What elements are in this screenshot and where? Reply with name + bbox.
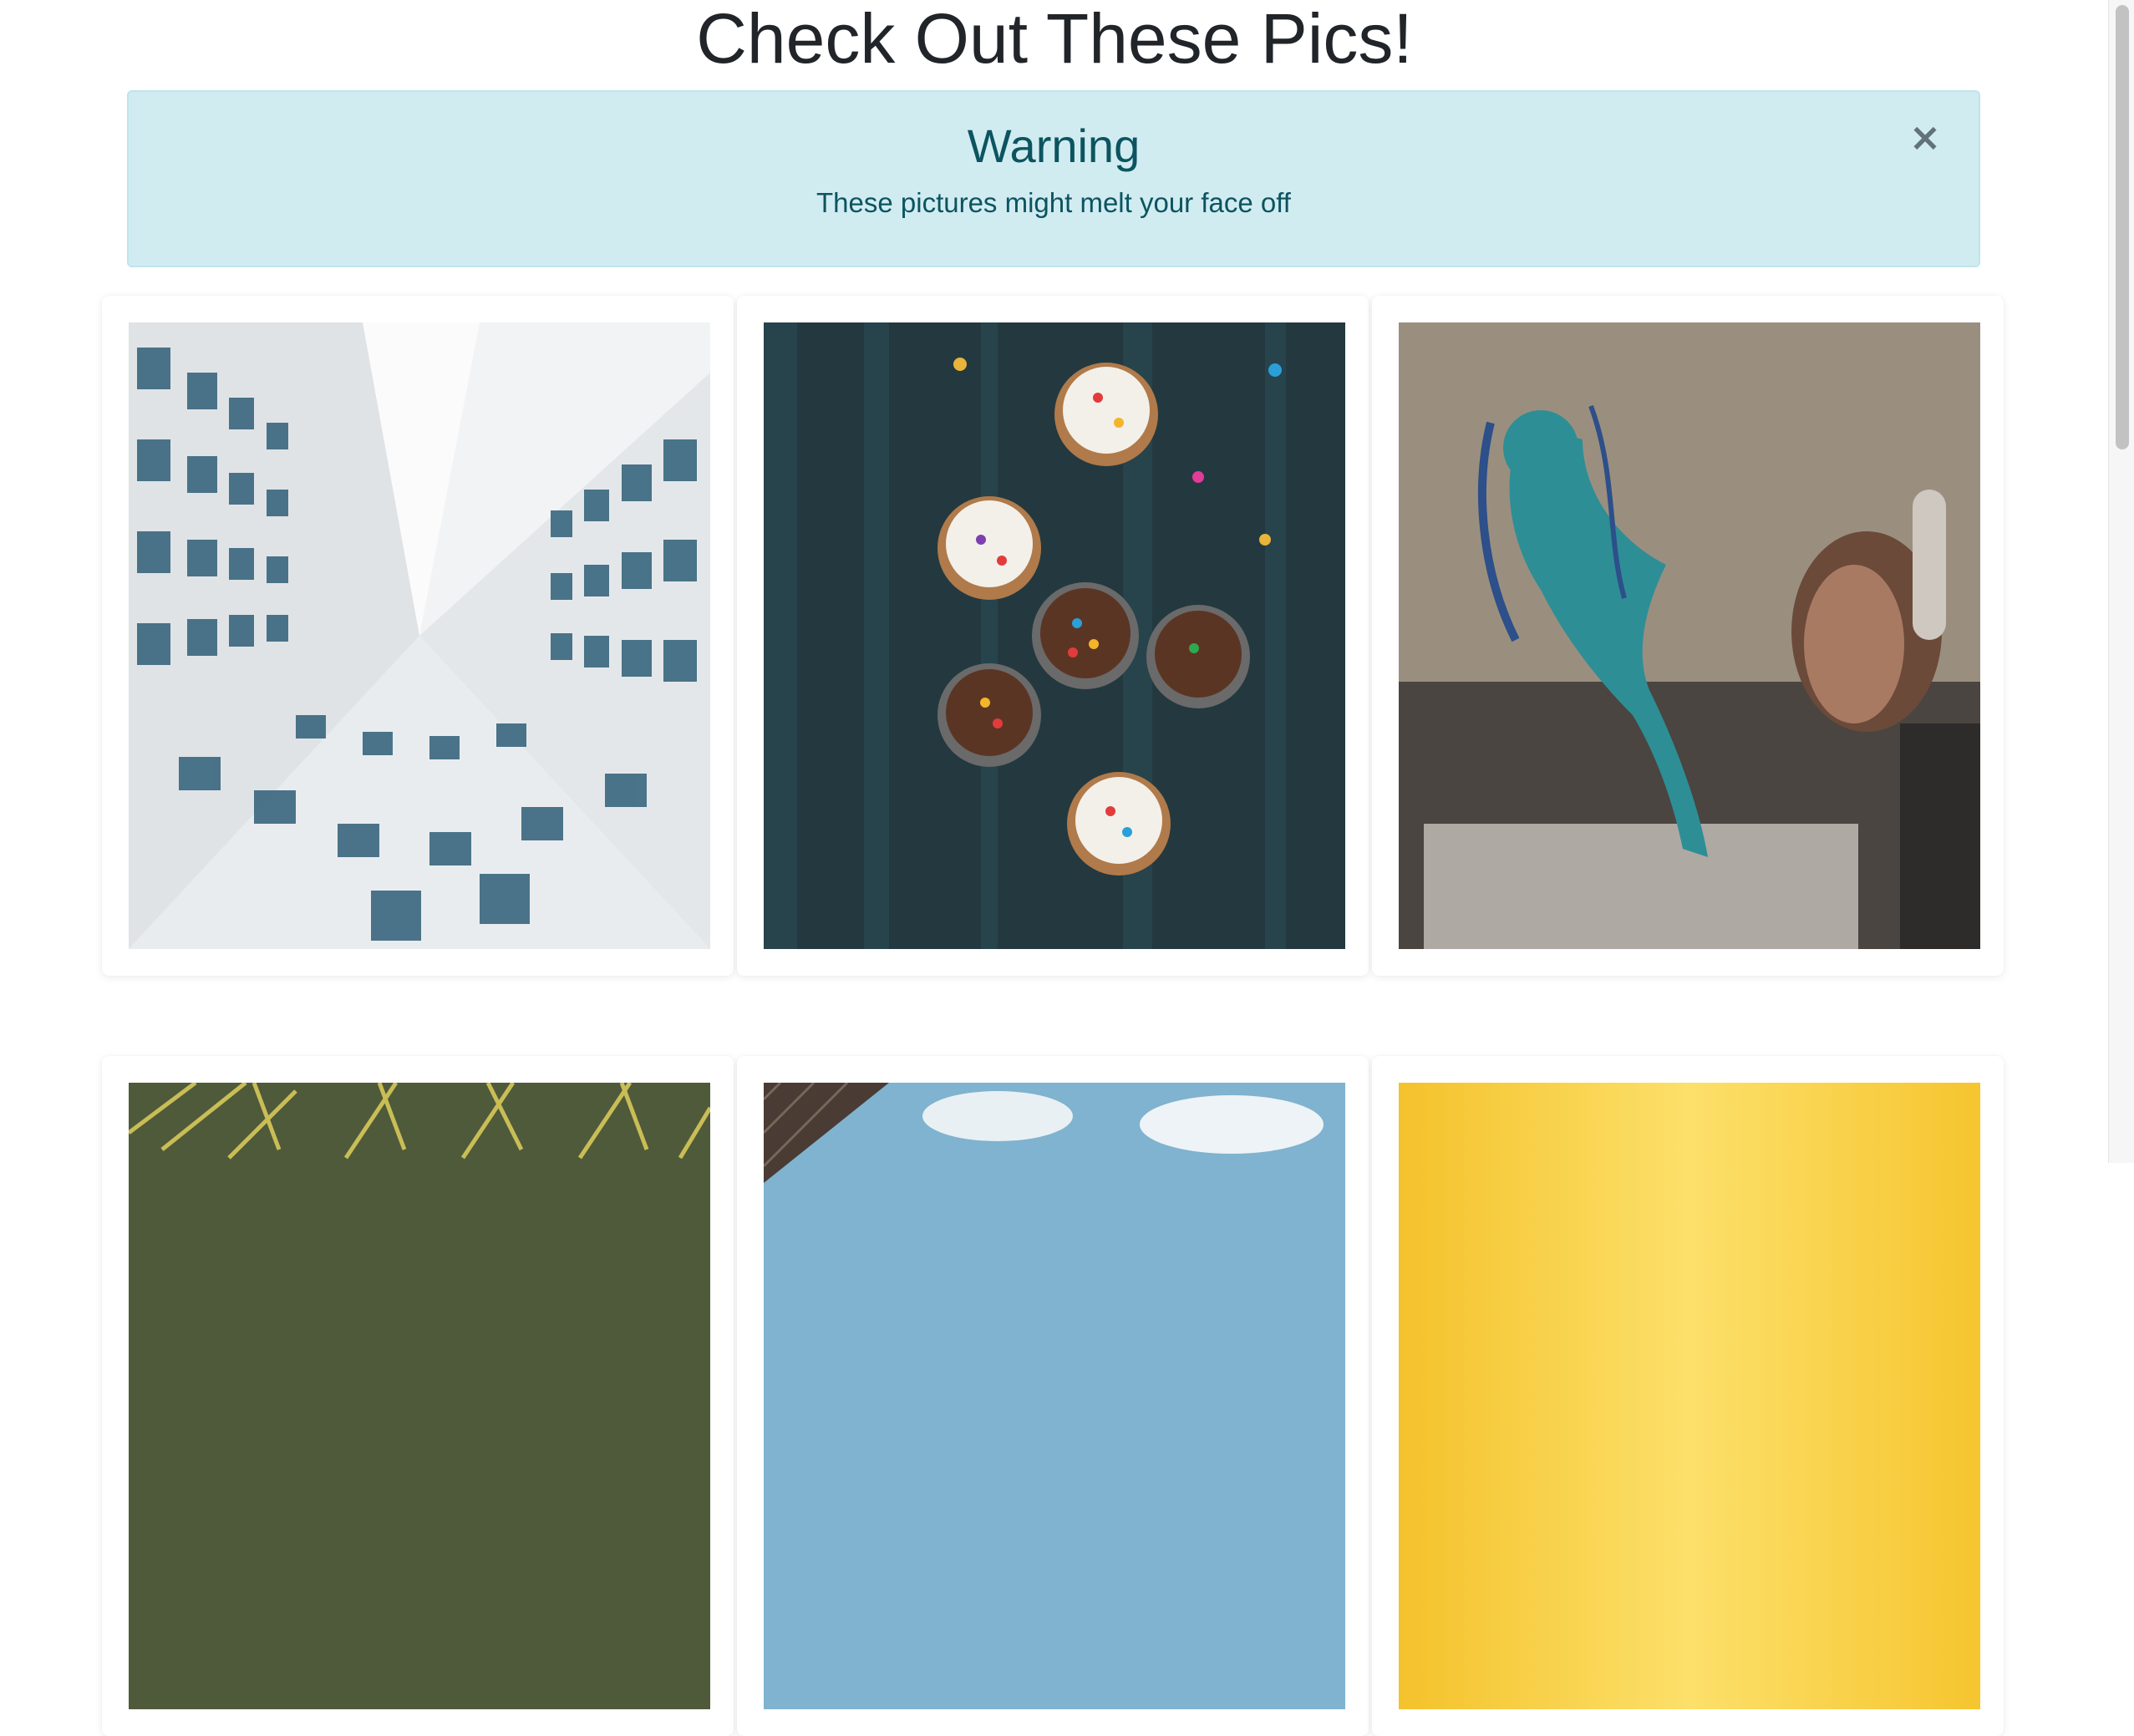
close-icon[interactable]: ×: [1902, 114, 1949, 160]
photo-yellow[interactable]: [1399, 1083, 1980, 1709]
alert-heading: Warning: [967, 119, 1141, 172]
photo-palm-leaves[interactable]: [129, 1083, 710, 1709]
photo-card: [102, 296, 734, 976]
photo-card: [1372, 1056, 2004, 1736]
page-title: Check Out These Pics!: [696, 0, 1413, 78]
photo-street-art[interactable]: [1399, 322, 1980, 949]
photo-cupcakes[interactable]: [764, 322, 1345, 949]
page-scrollbar[interactable]: [2108, 0, 2134, 1163]
scrollbar-thumb[interactable]: [2116, 5, 2129, 449]
photo-card: [1372, 296, 2004, 976]
photo-building-facade[interactable]: [129, 322, 710, 949]
photo-card: [737, 1056, 1369, 1736]
alert-message: These pictures might melt your face off: [816, 187, 1291, 218]
photo-building-sky[interactable]: [764, 1083, 1345, 1709]
photo-card: [102, 1056, 734, 1736]
photo-card: [737, 296, 1369, 976]
warning-alert: Warning These pictures might melt your f…: [127, 90, 1980, 267]
